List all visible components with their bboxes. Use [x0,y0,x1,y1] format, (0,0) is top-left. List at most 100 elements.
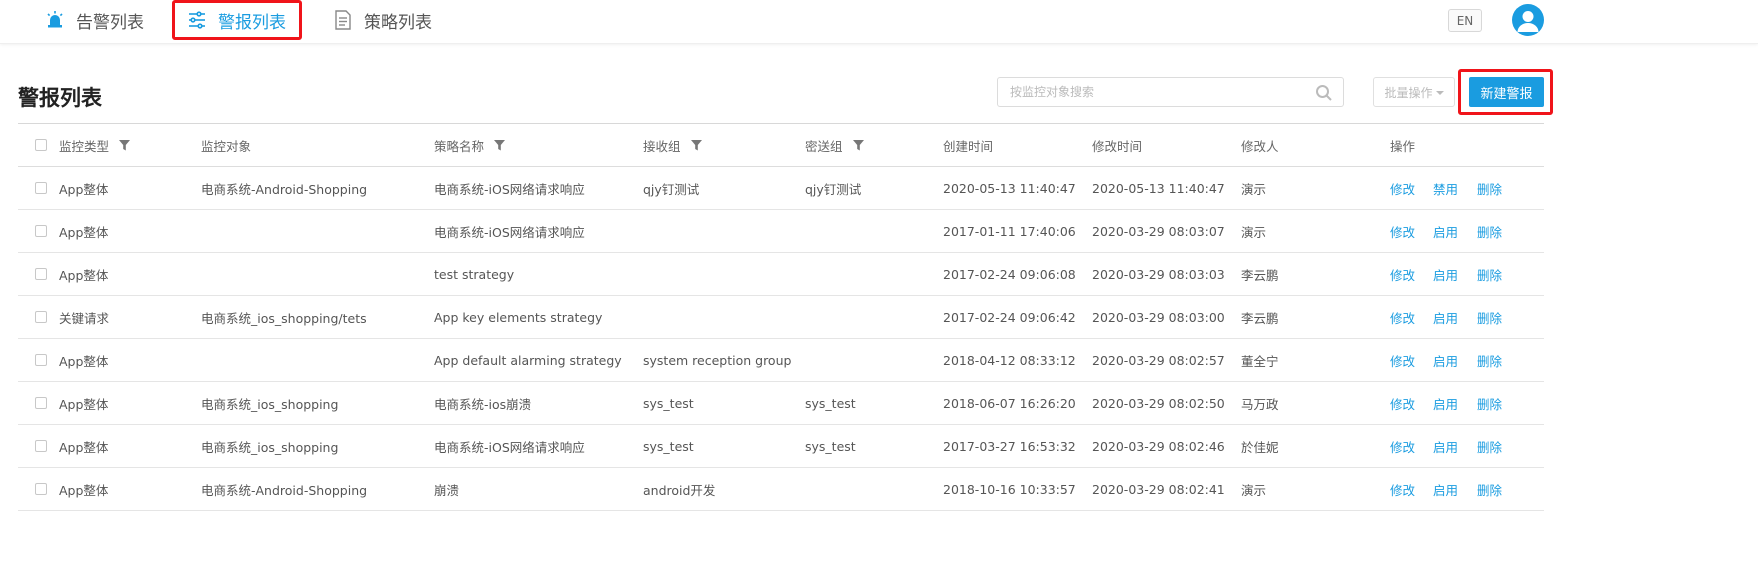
modified-time-cell: 2020-05-13 11:40:47 [1092,180,1225,196]
tab-alerts-label: 告警列表 [76,12,144,33]
filter-icon[interactable] [494,139,506,151]
monitor-type-cell: App整体 [59,181,109,197]
header-receive-group: 接收组 [643,124,702,166]
row-checkbox[interactable] [35,253,47,295]
edit-link[interactable]: 修改 [1390,167,1415,209]
new-alarm-button[interactable]: 新建警报 [1469,77,1544,107]
header-modified-time: 修改时间 [1092,138,1143,154]
toggle-link[interactable]: 启用 [1433,339,1458,381]
modifier-cell: 马万政 [1241,396,1279,412]
edit-link[interactable]: 修改 [1390,382,1415,424]
table-header: 监控类型 监控对象 策略名称 接收组 密送组 创建时间 修改时间 修改人 操作 [18,124,1544,167]
row-checkbox[interactable] [35,296,47,338]
edit-link[interactable]: 修改 [1390,339,1415,381]
modifier-cell: 演示 [1241,181,1267,197]
monitor-target-cell: 电商系统_ios_shopping [201,439,339,455]
monitor-type-cell: App整体 [59,439,109,455]
edit-link[interactable]: 修改 [1390,425,1415,467]
header-monitor-type: 监控类型 [59,124,131,166]
modified-time-cell: 2020-03-29 08:02:41 [1092,481,1225,497]
siren-icon [44,9,66,31]
monitor-target-cell: 电商系统-Android-Shopping [201,181,368,197]
filter-icon[interactable] [119,139,131,151]
bcc-group-cell: sys_test [805,395,856,411]
language-toggle[interactable]: EN [1448,9,1482,32]
header-bcc-group: 密送组 [805,124,864,166]
monitor-type-cell: App整体 [59,353,109,369]
created-time-cell: 2018-04-12 08:33:12 [943,352,1076,368]
table-row: App整体 test strategy 2017-02-24 09:06:08 202… [18,253,1544,296]
row-checkbox[interactable] [35,210,47,252]
strategy-name-cell: test strategy [434,266,515,282]
receive-group-cell: qjy钉测试 [643,181,700,197]
delete-link[interactable]: 删除 [1477,253,1502,295]
user-avatar-icon[interactable] [1512,4,1544,36]
search-input[interactable] [998,78,1308,106]
toggle-link[interactable]: 启用 [1433,253,1458,295]
receive-group-cell: system reception group [643,352,792,368]
edit-link[interactable]: 修改 [1390,253,1415,295]
batch-operations-dropdown[interactable]: 批量操作 [1373,77,1455,107]
monitor-type-cell: 关键请求 [59,310,110,326]
filter-icon[interactable] [852,139,864,151]
toggle-link[interactable]: 启用 [1433,425,1458,467]
created-time-cell: 2017-02-24 09:06:42 [943,309,1076,325]
filter-icon[interactable] [690,139,702,151]
modified-time-cell: 2020-03-29 08:02:50 [1092,395,1225,411]
strategy-name-cell: 电商系统-iOS网络请求响应 [434,439,585,455]
table-row: App整体 App default alarming strategy system… [18,339,1544,382]
delete-link[interactable]: 删除 [1477,468,1502,510]
select-all-checkbox[interactable] [35,124,47,166]
search-box [997,77,1344,107]
alarms-table: 监控类型 监控对象 策略名称 接收组 密送组 创建时间 修改时间 修改人 操作 … [18,123,1544,511]
row-checkbox[interactable] [35,339,47,381]
monitor-type-cell: App整体 [59,396,109,412]
row-checkbox[interactable] [35,468,47,510]
modifier-cell: 董全宁 [1241,353,1279,369]
bcc-group-cell: sys_test [805,438,856,454]
table-row: App整体 电商系统_ios_shopping 电商系统-iOS网络请求响应 sys_… [18,425,1544,468]
created-time-cell: 2017-02-24 09:06:08 [943,266,1076,282]
caret-down-icon [1435,85,1444,99]
modifier-cell: 演示 [1241,224,1267,240]
monitor-target-cell: 电商系统_ios_shopping/tets [201,310,367,326]
toggle-link[interactable]: 禁用 [1433,167,1458,209]
row-checkbox[interactable] [35,382,47,424]
tab-alarms-label: 警报列表 [218,12,286,33]
delete-link[interactable]: 删除 [1477,210,1502,252]
receive-group-cell: sys_test [643,395,694,411]
receive-group-cell: sys_test [643,438,694,454]
edit-link[interactable]: 修改 [1390,468,1415,510]
strategy-name-cell: 电商系统-iOS网络请求响应 [434,181,585,197]
row-checkbox[interactable] [35,425,47,467]
modified-time-cell: 2020-03-29 08:03:00 [1092,309,1225,325]
tab-alerts[interactable]: 告警列表 [44,0,154,40]
modified-time-cell: 2020-03-29 08:02:46 [1092,438,1225,454]
toggle-link[interactable]: 启用 [1433,468,1458,510]
tab-alarms[interactable]: 警报列表 [172,0,302,40]
toggle-link[interactable]: 启用 [1433,382,1458,424]
delete-link[interactable]: 删除 [1477,339,1502,381]
tab-strategies[interactable]: 策略列表 [332,0,442,40]
row-checkbox[interactable] [35,167,47,209]
delete-link[interactable]: 删除 [1477,382,1502,424]
toggle-link[interactable]: 启用 [1433,296,1458,338]
delete-link[interactable]: 删除 [1477,296,1502,338]
page-title: 警报列表 [18,86,102,110]
search-icon[interactable] [1315,84,1333,102]
document-icon [332,9,354,31]
strategy-name-cell: 崩溃 [434,482,460,498]
modifier-cell: 演示 [1241,482,1267,498]
edit-link[interactable]: 修改 [1390,210,1415,252]
tab-strategies-label: 策略列表 [364,12,432,33]
monitor-target-cell: 电商系统-Android-Shopping [201,482,368,498]
created-time-cell: 2018-06-07 16:26:20 [943,395,1076,411]
modified-time-cell: 2020-03-29 08:03:03 [1092,266,1225,282]
edit-link[interactable]: 修改 [1390,296,1415,338]
delete-link[interactable]: 删除 [1477,425,1502,467]
toggle-link[interactable]: 启用 [1433,210,1458,252]
delete-link[interactable]: 删除 [1477,167,1502,209]
table-row: 关键请求 电商系统_ios_shopping/tets App key elemen… [18,296,1544,339]
monitor-type-cell: App整体 [59,482,109,498]
modifier-cell: 李云鹏 [1241,310,1279,326]
